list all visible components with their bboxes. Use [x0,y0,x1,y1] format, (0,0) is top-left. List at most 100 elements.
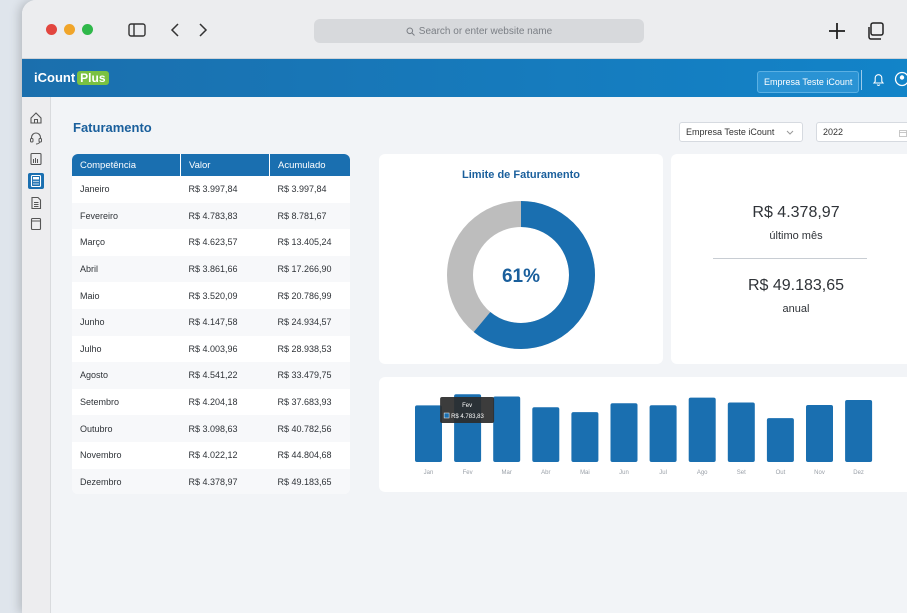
bell-icon[interactable] [872,72,885,87]
sidebar-toggle-icon[interactable] [128,23,146,37]
cell-acumulado: R$ 33.479,75 [269,362,350,389]
bar-dez[interactable] [845,399,873,462]
x-tick-label: Out [776,470,786,476]
address-placeholder: Search or enter website name [418,25,553,37]
bar-jul[interactable] [649,405,677,462]
annual-value: R$ 49.183,65 [747,277,845,294]
sidebar-item-reports[interactable] [28,195,44,211]
minimize-window-icon[interactable] [64,24,75,35]
cell-valor: R$ 4.022,12 [188,450,238,461]
table-row: Junho R$ 4.147,58 R$ 24.934,57 [72,308,350,336]
cell-competencia: Fevereiro [72,202,181,230]
sidebar-item-billing[interactable] [28,173,44,189]
cell-competencia: Agosto [72,362,181,389]
billing-table-card: Competência Valor Acumulado Janeiro R$ 3.… [72,154,350,494]
x-tick-label: Set [737,470,746,476]
user-avatar-icon[interactable] [894,71,907,87]
browser-toolbar: Search or enter website name [22,0,907,59]
cell-valor: R$ 3.997,84 [188,184,238,195]
table-row: Dezembro R$ 4.378,97 R$ 49.183,65 [72,468,350,494]
document-icon [31,196,42,210]
x-tick-label: Abr [541,470,550,476]
billing-limit-title: Limite de Faturamento [462,169,580,181]
cell-valor: R$ 4.204,18 [188,397,238,408]
app-logo[interactable]: iCount Plus [34,70,109,85]
table-row: Setembro R$ 4.204,18 R$ 37.683,93 [72,389,350,416]
logo-text: iCount [34,70,76,85]
bar-mai[interactable] [571,412,599,462]
app-window: Search or enter website name iCount Plus … [22,0,907,613]
x-tick-label: Nov [814,470,825,476]
cell-competencia: Junho [72,308,181,336]
back-icon[interactable] [170,22,180,38]
x-tick-label: Mai [580,470,590,476]
cell-acumulado: R$ 28.938,53 [277,343,332,354]
table-row: Maio R$ 3.520,09 R$ 20.786,99 [72,282,350,309]
bar-jan[interactable] [415,405,442,462]
table-row: Julho R$ 4.003,96 R$ 28.938,53 [72,336,350,363]
company-select[interactable]: Empresa Teste iCount [679,122,803,142]
cell-acumulado: R$ 17.266,90 [269,255,350,283]
last-month-label: último mês [769,230,823,242]
cell-valor: R$ 4.003,96 [188,343,238,354]
forward-icon[interactable] [198,22,208,38]
year-select-value: 2022 [823,127,844,137]
logo-plus-badge: Plus [77,71,109,85]
column-header-valor: Valor [180,154,270,176]
cell-valor: R$ 4.147,58 [180,308,270,336]
sidebar [22,97,51,613]
app-header: iCount Plus Empresa Teste iCount [22,59,907,97]
cell-acumulado: R$ 24.934,57 [269,308,350,336]
billing-limit-card: Limite de Faturamento 61% [379,154,663,364]
cell-valor: R$ 3.861,66 [180,255,270,283]
address-bar[interactable]: Search or enter website name [314,19,644,43]
new-tab-icon[interactable] [828,22,846,40]
close-window-icon[interactable] [46,24,57,35]
cell-competencia: Outubro [72,415,181,442]
chevron-down-icon [786,130,794,135]
tooltip-value: R$ 4.783,83 [451,414,484,420]
x-tick-label: Jun [619,470,629,476]
cell-valor: R$ 4.378,97 [180,468,270,494]
cell-competencia: Julho [80,343,102,354]
table-row: Janeiro R$ 3.997,84 R$ 3.997,84 [72,176,350,203]
bar-mar[interactable] [493,396,521,462]
summary-divider [713,258,867,259]
table-row: Outubro R$ 3.098,63 R$ 40.782,56 [72,415,350,442]
search-icon [406,27,415,36]
sidebar-item-support[interactable] [28,130,44,146]
last-month-value: R$ 4.378,97 [752,204,840,221]
bar-jun[interactable] [610,403,638,462]
column-header-competencia: Competência [72,154,181,176]
tooltip-swatch [443,412,450,419]
bar-set[interactable] [727,402,755,462]
cell-competencia: Novembro [80,450,122,461]
table-row: Agosto R$ 4.541,22 R$ 33.479,75 [72,362,350,389]
table-row: Novembro R$ 4.022,12 R$ 44.804,68 [72,442,350,469]
cell-acumulado: R$ 37.683,93 [277,397,332,408]
cell-acumulado: R$ 40.782,56 [269,415,350,442]
column-header-acumulado: Acumulado [269,154,350,176]
bar-nov[interactable] [806,405,833,462]
bar-ago[interactable] [688,397,716,462]
cell-competencia: Março [80,237,106,248]
annual-label: anual [782,303,810,315]
sidebar-item-home[interactable] [28,110,44,126]
year-select[interactable]: 2022 [816,122,907,142]
company-button[interactable]: Empresa Teste iCount [757,71,860,93]
tabs-overview-icon[interactable] [866,22,884,40]
home-icon [30,112,42,124]
cell-competencia: Janeiro [80,184,110,195]
cell-competencia: Maio [80,290,100,301]
header-divider [861,70,862,90]
sidebar-item-archive[interactable] [28,216,44,232]
x-tick-label: Dez [853,470,864,476]
x-tick-label: Fev [463,470,473,476]
sidebar-item-invoices[interactable] [28,151,44,167]
bar-out[interactable] [766,418,794,462]
table-row: Março R$ 4.623,57 R$ 13.405,24 [72,229,350,256]
bar-abr[interactable] [532,407,560,462]
maximize-window-icon[interactable] [82,24,93,35]
cell-valor: R$ 4.783,83 [180,202,270,230]
table-header-row: Competência Valor Acumulado [72,154,350,176]
